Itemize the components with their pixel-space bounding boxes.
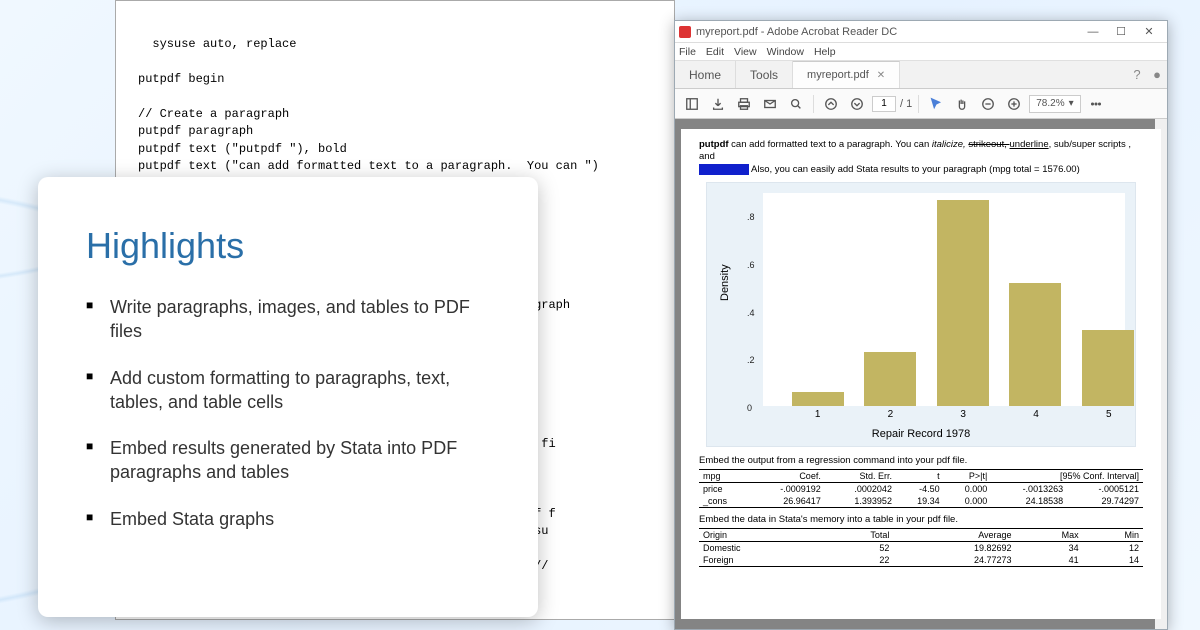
pdf-sheet: putpdf can add formatted text to a parag… [681, 129, 1161, 619]
close-icon[interactable]: ✕ [877, 70, 885, 81]
table-row: Foreign 22 24.77273 41 14 [699, 554, 1143, 567]
table-row: Domestic 52 19.82692 34 12 [699, 542, 1143, 555]
tab-tools[interactable]: Tools [736, 61, 793, 88]
zoom-select[interactable]: 78.2% ▾ [1029, 95, 1080, 113]
print-icon[interactable] [733, 93, 755, 115]
close-button[interactable]: ✕ [1135, 23, 1163, 41]
list-item: Add custom formatting to paragraphs, tex… [86, 366, 490, 415]
sidebar-toggle-icon[interactable] [681, 93, 703, 115]
italic-text: italicize, [932, 139, 968, 150]
chart-bar [792, 392, 844, 406]
search-icon[interactable] [785, 93, 807, 115]
signin-icon[interactable]: ● [1147, 61, 1167, 88]
density-bar-chart: Density 0 .2 .4 .6 .8 1 2 3 4 5 Repair R… [706, 182, 1136, 447]
chart-bar [1082, 330, 1134, 406]
underline-text: underline [1010, 139, 1049, 150]
page-up-icon[interactable] [820, 93, 842, 115]
zoom-value: 78.2% [1036, 98, 1064, 109]
toolbar: / 1 78.2% ▾ [675, 89, 1167, 119]
chart-ylabel: Density [719, 264, 731, 301]
chart-plot-area [763, 193, 1125, 406]
menu-bar: File Edit View Window Help [675, 43, 1167, 61]
list-item: Write paragraphs, images, and tables to … [86, 295, 490, 344]
memory-table: Origin Total Average Max Min Domestic 52… [699, 528, 1143, 567]
shaded-text: shade [699, 164, 749, 175]
help-icon[interactable]: ? [1127, 61, 1147, 88]
zoom-in-icon[interactable] [1003, 93, 1025, 115]
menu-view[interactable]: View [734, 46, 757, 58]
chart-bar [937, 200, 989, 406]
zoom-out-icon[interactable] [977, 93, 999, 115]
chart-xlabel: Repair Record 1978 [707, 428, 1135, 440]
tab-bar: Home Tools myreport.pdf ✕ ? ● [675, 61, 1167, 89]
window-title: myreport.pdf - Adobe Acrobat Reader DC [696, 26, 1079, 38]
page-down-icon[interactable] [846, 93, 868, 115]
memory-table-caption: Embed the data in Stata's memory into a … [699, 514, 1143, 525]
window-titlebar: myreport.pdf - Adobe Acrobat Reader DC —… [675, 21, 1167, 43]
tab-home[interactable]: Home [675, 61, 736, 88]
save-icon[interactable] [707, 93, 729, 115]
regression-caption: Embed the output from a regression comma… [699, 455, 1143, 466]
maximize-button[interactable]: ☐ [1107, 23, 1135, 41]
page-total: / 1 [900, 98, 912, 110]
strikeout-text: strikeout, [968, 139, 1009, 150]
pdf-paragraph: putpdf can add formatted text to a parag… [699, 139, 1143, 176]
chart-bar [1009, 283, 1061, 406]
tab-document[interactable]: myreport.pdf ✕ [793, 61, 900, 88]
table-row: _cons 26.96417 1.393952 19.34 0.000 24.1… [699, 495, 1143, 508]
hand-tool-icon[interactable] [951, 93, 973, 115]
pdf-page-area: putpdf can add formatted text to a parag… [675, 119, 1167, 629]
menu-window[interactable]: Window [767, 46, 804, 58]
page-number-input[interactable] [872, 96, 896, 112]
menu-help[interactable]: Help [814, 46, 836, 58]
table-row: price -.0009192 .0002042 -4.50 0.000 -.0… [699, 483, 1143, 496]
menu-file[interactable]: File [679, 46, 696, 58]
regression-table: mpg Coef. Std. Err. t P>|t| [95% Conf. I… [699, 469, 1143, 508]
menu-edit[interactable]: Edit [706, 46, 724, 58]
list-item: Embed results generated by Stata into PD… [86, 436, 490, 485]
email-icon[interactable] [759, 93, 781, 115]
chevron-down-icon: ▾ [1069, 98, 1074, 109]
pdf-viewer-window: myreport.pdf - Adobe Acrobat Reader DC —… [674, 20, 1168, 630]
tab-doc-label: myreport.pdf [807, 69, 869, 81]
chart-bar [864, 352, 916, 407]
minimize-button[interactable]: — [1079, 23, 1107, 41]
bold-text: putpdf [699, 139, 729, 150]
highlights-title: Highlights [86, 225, 490, 267]
more-tools-icon[interactable] [1085, 93, 1107, 115]
highlights-card: Highlights Write paragraphs, images, and… [38, 177, 538, 617]
highlights-list: Write paragraphs, images, and tables to … [86, 295, 490, 531]
list-item: Embed Stata graphs [86, 507, 490, 531]
pdf-file-icon [679, 26, 691, 38]
selection-tool-icon[interactable] [925, 93, 947, 115]
